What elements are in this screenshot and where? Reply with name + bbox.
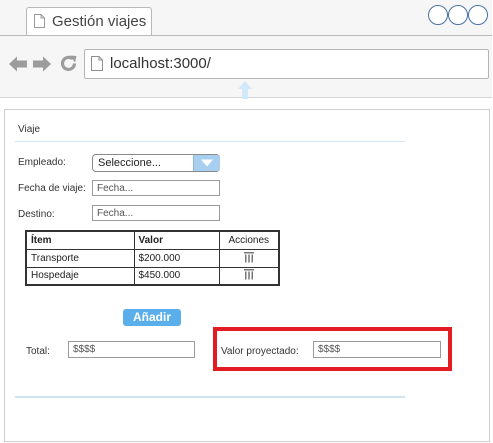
page-icon xyxy=(91,56,103,71)
minimize-button[interactable] xyxy=(428,5,448,25)
cell-valor: $200.000 xyxy=(133,248,220,268)
maximize-button[interactable] xyxy=(448,5,468,25)
table-row: Hospedaje $450.000 xyxy=(25,266,280,286)
highlight-box xyxy=(213,327,452,371)
items-table: Ítem Valor Acciones Transporte $200.000 … xyxy=(25,230,280,286)
browser-chrome: Gestión viajes localhost:3000/ xyxy=(0,0,492,99)
employee-label: Empleado: xyxy=(18,157,66,168)
employee-select-value: Seleccione... xyxy=(98,157,161,169)
tab-strip-divider xyxy=(0,35,492,36)
cell-actions xyxy=(218,248,280,268)
section-divider xyxy=(15,141,405,142)
tab-title: Gestión viajes xyxy=(52,13,147,30)
table-header-row: Ítem Valor Acciones xyxy=(25,230,280,250)
browser-tab[interactable]: Gestión viajes xyxy=(26,7,152,36)
header-item: Ítem xyxy=(25,230,135,250)
reload-icon[interactable] xyxy=(59,54,78,73)
cell-actions xyxy=(218,266,280,286)
destination-label: Destino: xyxy=(18,209,55,220)
header-valor: Valor xyxy=(133,230,220,250)
section-title: Viaje xyxy=(18,124,41,135)
cell-item: Hospedaje xyxy=(25,266,135,286)
up-arrow-icon xyxy=(238,81,252,99)
add-button[interactable]: Añadir xyxy=(123,309,181,326)
back-arrow-icon[interactable] xyxy=(8,55,28,73)
destination-input[interactable]: Fecha... xyxy=(92,205,220,221)
close-button[interactable] xyxy=(468,5,488,25)
cell-item: Transporte xyxy=(25,248,135,268)
trash-icon[interactable] xyxy=(243,251,255,263)
address-bar[interactable]: localhost:3000/ xyxy=(84,49,489,79)
employee-select[interactable]: Seleccione... xyxy=(92,154,220,172)
date-label: Fecha de viaje: xyxy=(18,183,86,194)
header-acciones: Acciones xyxy=(218,230,280,250)
date-input[interactable]: Fecha... xyxy=(92,180,220,196)
chevron-down-icon xyxy=(201,159,213,167)
footer-divider xyxy=(15,396,405,398)
table-row: Transporte $200.000 xyxy=(25,248,280,268)
trash-icon[interactable] xyxy=(243,268,255,280)
select-dropdown-button[interactable] xyxy=(193,155,220,171)
url-text: localhost:3000/ xyxy=(110,55,211,72)
total-field[interactable]: $$$$ xyxy=(68,341,195,358)
page-icon xyxy=(34,14,45,28)
cell-valor: $450.000 xyxy=(133,266,220,286)
total-label: Total: xyxy=(26,346,50,357)
forward-arrow-icon[interactable] xyxy=(32,55,52,73)
